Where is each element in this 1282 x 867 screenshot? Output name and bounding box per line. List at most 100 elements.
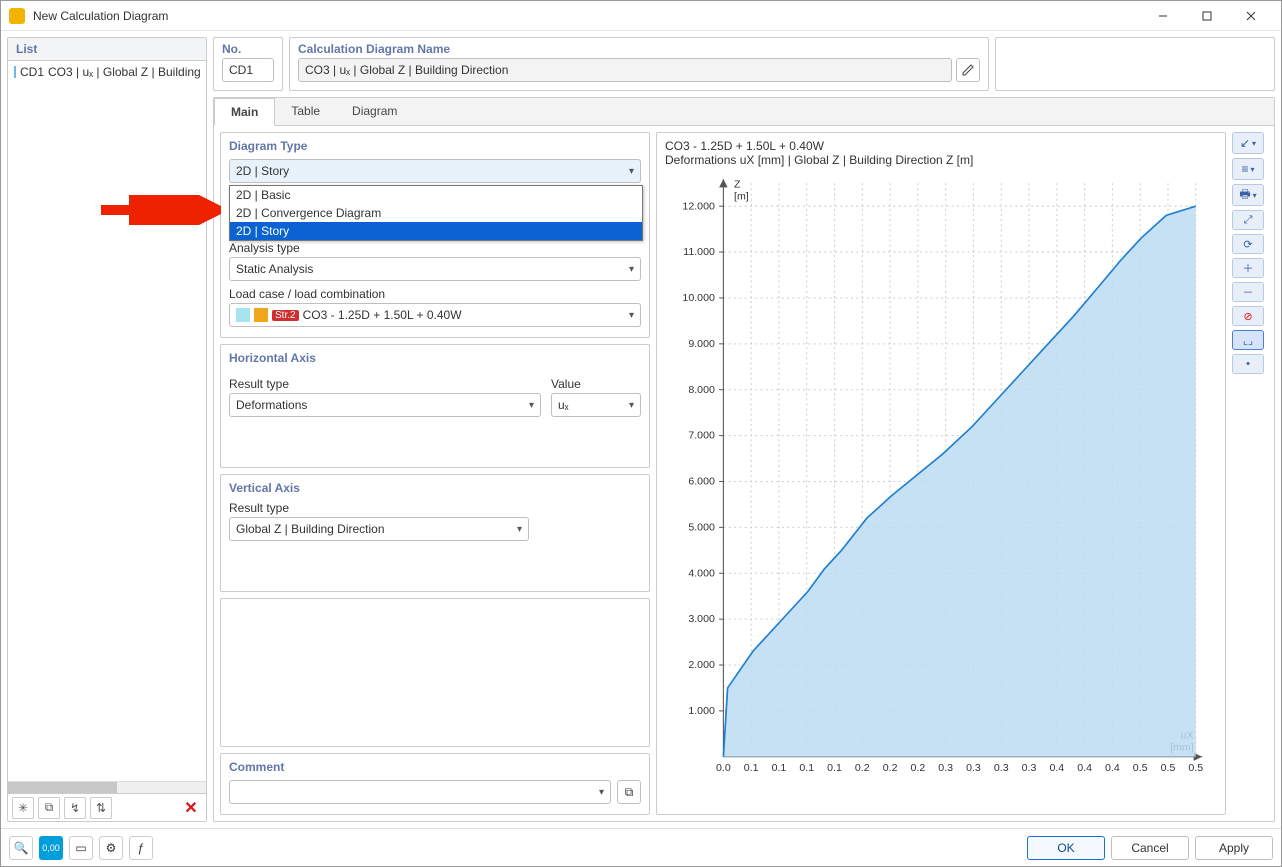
list-item-rest: CO3 | uₓ | Global Z | Building [48,65,201,79]
chart-canvas[interactable]: 1.0002.0003.0004.0005.0006.0007.0008.000… [665,173,1217,808]
svg-text:0.5: 0.5 [1161,763,1176,774]
number-input[interactable]: CD1 [222,58,274,82]
preview-placeholder-box [995,37,1275,91]
marker-delete-button[interactable]: ⊘ [1232,306,1264,326]
name-box: Calculation Diagram Name CO3 | uₓ | Glob… [289,37,989,91]
svg-text:12.000: 12.000 [682,201,715,212]
va-result-type-value: Global Z | Building Direction [236,522,385,536]
list-body[interactable]: CD1 CO3 | uₓ | Global Z | Building [8,61,206,793]
search-button[interactable]: 🔍 [9,836,33,860]
svg-text:0.4: 0.4 [1077,763,1092,774]
comment-panel: Comment ▾ ⧉ [220,753,650,815]
zoom-in-button[interactable]: ＋ [1232,258,1264,278]
ha-result-type-select[interactable]: Deformations ▾ [229,393,541,417]
color-swatch-icon [254,308,268,322]
analysis-type-value: Static Analysis [236,262,313,276]
svg-text:2.000: 2.000 [688,660,715,671]
ok-button[interactable]: OK [1027,836,1105,860]
layout-button[interactable]: ▭ [69,836,93,860]
cancel-button[interactable]: Cancel [1111,836,1189,860]
svg-text:5.000: 5.000 [688,523,715,534]
zoom-reset-button[interactable]: ⟳ [1232,234,1264,254]
tab-table[interactable]: Table [275,98,336,125]
name-label: Calculation Diagram Name [290,38,988,58]
axis-labels-button[interactable]: ≡▾ [1232,158,1264,180]
horizontal-axis-header: Horizontal Axis [229,351,641,365]
svg-text:1.000: 1.000 [688,706,715,717]
ha-value-select[interactable]: uₓ ▾ [551,393,641,417]
svg-text:Z: Z [734,179,741,190]
point-mode-button[interactable]: • [1232,354,1264,374]
script-icon: ƒ [138,841,145,855]
loadcase-select[interactable]: Str.2 CO3 - 1.25D + 1.50L + 0.40W ▾ [229,303,641,327]
va-result-type-select[interactable]: Global Z | Building Direction ▾ [229,517,529,541]
list-hscrollbar[interactable] [8,781,206,793]
axis-tool-button[interactable]: ↙▾ [1232,132,1264,154]
tabbed-area: Main Table Diagram Diagram Type 2D | Sto… [213,97,1275,822]
svg-text:8.000: 8.000 [688,385,715,396]
tab-diagram[interactable]: Diagram [336,98,413,125]
svg-text:4.000: 4.000 [688,568,715,579]
analysis-type-select[interactable]: Static Analysis ▾ [229,257,641,281]
dropdown-option-selected[interactable]: 2D | Story [230,222,642,240]
list-header: List [8,38,206,61]
diagram-type-dropdown[interactable]: 2D | Basic 2D | Convergence Diagram 2D |… [229,185,643,241]
maximize-button[interactable] [1185,2,1229,30]
name-input[interactable]: CO3 | uₓ | Global Z | Building Direction [298,58,952,82]
close-button[interactable] [1229,2,1273,30]
svg-text:0.3: 0.3 [994,763,1009,774]
print-button[interactable]: 🖶▾ [1232,184,1264,206]
form-column: Diagram Type 2D | Story ▾ 2D | Basic 2D … [220,132,650,815]
vertical-axis-panel: Vertical Axis Result type Global Z | Bui… [220,474,650,592]
svg-text:6.000: 6.000 [688,477,715,488]
svg-text:0.1: 0.1 [827,763,842,774]
chevron-down-icon: ▾ [599,787,604,798]
svg-text:0.3: 0.3 [938,763,953,774]
edit-name-button[interactable] [956,58,980,82]
delete-item-button[interactable]: ✕ [180,797,202,819]
diagram-type-select[interactable]: 2D | Story ▾ [229,159,641,183]
color-swatch-icon [236,308,250,322]
svg-text:11.000: 11.000 [683,247,715,258]
ha-value-value: uₓ [558,398,569,412]
zoom-fit-button[interactable]: ⤢ [1232,210,1264,230]
units-button[interactable]: 0,00 [39,836,63,860]
chevron-down-icon: ▾ [629,400,634,411]
dropdown-option[interactable]: 2D | Basic [230,186,642,204]
new-item-button[interactable]: ✳ [12,797,34,819]
list-item[interactable]: CD1 CO3 | uₓ | Global Z | Building [10,63,204,81]
copy-item-button[interactable]: ⧉ [38,797,60,819]
svg-text:0.1: 0.1 [799,763,814,774]
comment-header: Comment [229,760,641,774]
titlebar: New Calculation Diagram [1,1,1281,31]
svg-text:0.2: 0.2 [855,763,870,774]
zoom-out-button[interactable]: － [1232,282,1264,302]
svg-text:0.1: 0.1 [772,763,787,774]
tab-main[interactable]: Main [214,98,275,126]
apply-button[interactable]: Apply [1195,836,1273,860]
svg-text:9.000: 9.000 [688,339,715,350]
chart-subtitle: Deformations uX [mm] | Global Z | Buildi… [665,153,1217,167]
script-button[interactable]: ƒ [129,836,153,860]
tool-button-a[interactable]: ↯ [64,797,86,819]
close-icon [1246,11,1256,21]
settings-button[interactable]: ⚙ [99,836,123,860]
ha-result-type-label: Result type [229,377,541,391]
minimize-button[interactable] [1141,2,1185,30]
chart-mode-button[interactable]: ⌞⌟ [1232,330,1264,350]
layout-icon: ▭ [75,841,86,855]
library-icon: ⧉ [625,785,634,800]
app-icon [9,8,25,24]
chevron-down-icon: ▾ [629,264,634,275]
comment-library-button[interactable]: ⧉ [617,780,641,804]
svg-text:0.1: 0.1 [744,763,759,774]
number-box: No. CD1 [213,37,283,91]
chevron-down-icon: ▾ [629,310,634,321]
chart-area: CO3 - 1.25D + 1.50L + 0.40W Deformations… [656,132,1226,815]
tool-button-b[interactable]: ⇅ [90,797,112,819]
maximize-icon [1202,11,1212,21]
comment-select[interactable]: ▾ [229,780,611,804]
svg-text:10.000: 10.000 [682,293,715,304]
dropdown-option[interactable]: 2D | Convergence Diagram [230,204,642,222]
units-icon: 0,00 [42,843,60,853]
